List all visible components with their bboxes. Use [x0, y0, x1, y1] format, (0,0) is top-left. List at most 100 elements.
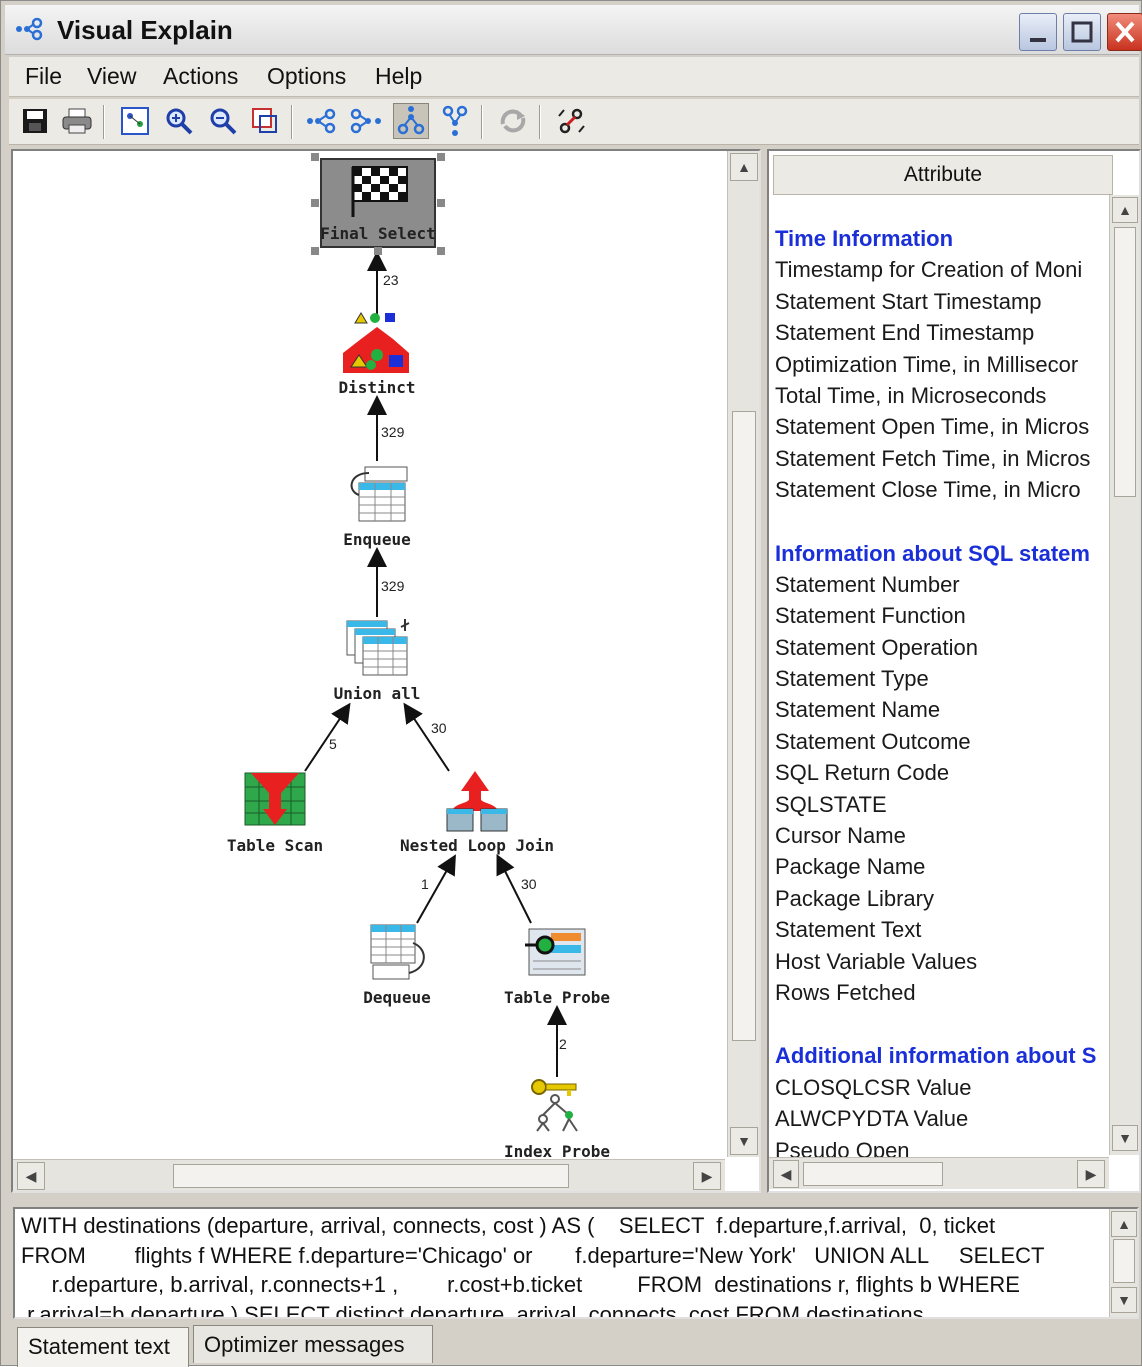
menu-view[interactable]: View [83, 63, 140, 90]
attribute-row[interactable]: Total Time, in Microseconds [775, 380, 1111, 411]
attribute-row[interactable]: Statement Close Time, in Micro [775, 474, 1111, 505]
attribute-row[interactable]: Host Variable Values [775, 946, 1111, 977]
maximize-button[interactable] [1063, 13, 1101, 51]
attribute-row[interactable]: Statement Fetch Time, in Micros [775, 443, 1111, 474]
menu-help[interactable]: Help [371, 63, 426, 90]
tab-optimizer-messages[interactable]: Optimizer messages [193, 1325, 433, 1363]
attribute-row[interactable]: ALWCPYDTA Value [775, 1103, 1111, 1134]
node-distinct[interactable]: Distinct [338, 312, 416, 397]
attribute-row[interactable]: Pseudo Open [775, 1135, 1111, 1159]
index-probe-icon [531, 1079, 578, 1132]
node-enqueue[interactable]: Enqueue [343, 466, 411, 549]
attribute-horizontal-scrollbar[interactable]: ◀ ▶ [769, 1157, 1109, 1189]
menu-actions[interactable]: Actions [159, 63, 242, 90]
statement-text[interactable]: WITH destinations (departure, arrival, c… [21, 1211, 1107, 1317]
layout-branch-button[interactable] [437, 103, 473, 139]
node-table-scan[interactable]: Table Scan [227, 772, 323, 855]
attribute-section-title[interactable]: Information about SQL statem [775, 538, 1111, 569]
zoom-fit-button[interactable] [247, 103, 283, 139]
attribute-row[interactable]: Optimization Time, in Millisecor [775, 349, 1111, 380]
attribute-row[interactable]: Statement Name [775, 694, 1111, 725]
attribute-vertical-scroll-thumb[interactable] [1114, 227, 1136, 497]
scroll-down-button[interactable]: ▼ [1112, 1125, 1138, 1151]
attribute-row[interactable]: CLOSQLCSR Value [775, 1072, 1111, 1103]
node-index-probe[interactable]: Index Probe [504, 1079, 610, 1157]
attribute-row[interactable]: Statement Type [775, 663, 1111, 694]
edge-scan-to-union: 5 [304, 702, 351, 772]
close-button[interactable] [1107, 13, 1142, 51]
zoom-out-button[interactable] [205, 103, 241, 139]
graph-horizontal-scrollbar[interactable]: ◀ ▶ [13, 1159, 725, 1191]
layout-tree-button[interactable] [349, 103, 385, 139]
highlight-button[interactable] [553, 103, 589, 139]
edge-index-to-probe: 2 [547, 1005, 567, 1077]
attribute-column-header[interactable]: Attribute [773, 155, 1113, 195]
arrow-right-icon: ▶ [701, 1167, 713, 1184]
access-plan-graph[interactable]: 23 329 329 5 30 1 30 2 Final Select Dist… [13, 151, 725, 1157]
print-button[interactable] [59, 103, 95, 139]
title-bar[interactable]: Visual Explain [5, 5, 1142, 55]
attribute-row[interactable]: Package Name [775, 851, 1111, 882]
minimize-button[interactable] [1019, 13, 1057, 51]
attribute-list[interactable]: Time Information Timestamp for Creation o… [775, 223, 1111, 1159]
graph-vertical-scrollbar[interactable]: ▲ ▼ [727, 151, 759, 1157]
attribute-section-title[interactable]: Time Information [775, 223, 1111, 254]
tab-statement-text[interactable]: Statement text [17, 1327, 189, 1367]
scroll-down-button[interactable]: ▼ [730, 1127, 758, 1155]
edge-label-scan-to-union: 5 [329, 736, 337, 752]
attribute-vertical-scrollbar[interactable]: ▲ ▼ [1109, 195, 1139, 1155]
node-label-dequeue: Dequeue [363, 988, 430, 1007]
access-plan-graph-panel: 23 329 329 5 30 1 30 2 Final Select Dist… [11, 149, 761, 1193]
attribute-row[interactable]: Statement Outcome [775, 726, 1111, 757]
layout-horizontal-button[interactable] [305, 103, 341, 139]
attribute-row[interactable]: Statement End Timestamp [775, 317, 1111, 348]
menu-bar: File View Actions Options Help [9, 57, 1139, 97]
attribute-row[interactable]: Statement Text [775, 914, 1111, 945]
statement-vertical-scrollbar[interactable]: ▲ ▼ [1109, 1209, 1137, 1317]
graph-vertical-scroll-thumb[interactable] [732, 411, 756, 1041]
menu-file[interactable]: File [21, 63, 66, 90]
attribute-row[interactable]: Timestamp for Creation of Moni [775, 254, 1111, 285]
scroll-up-button[interactable]: ▲ [1111, 1211, 1137, 1237]
node-label-nested-loop-join: Nested Loop Join [400, 836, 554, 855]
attribute-section-title[interactable]: Additional information about S [775, 1040, 1111, 1071]
scroll-left-button[interactable]: ◀ [773, 1160, 799, 1188]
node-final-select[interactable]: Final Select [311, 153, 445, 255]
node-table-probe[interactable]: Table Probe [504, 928, 610, 1007]
attribute-horizontal-scroll-thumb[interactable] [803, 1162, 943, 1186]
attribute-row[interactable]: Statement Function [775, 600, 1111, 631]
attribute-row[interactable]: Cursor Name [775, 820, 1111, 851]
graph-horizontal-scroll-thumb[interactable] [173, 1164, 569, 1188]
save-icon [23, 109, 47, 133]
arrow-left-icon: ◀ [780, 1165, 792, 1182]
save-button[interactable] [17, 103, 53, 139]
scroll-right-button[interactable]: ▶ [1077, 1160, 1105, 1188]
scroll-down-button[interactable]: ▼ [1111, 1287, 1137, 1313]
scroll-right-button[interactable]: ▶ [693, 1162, 721, 1190]
node-dequeue[interactable]: Dequeue [363, 924, 431, 1007]
visual-explain-window: Visual Explain File View Actions Options… [0, 0, 1142, 1367]
attribute-row[interactable]: SQL Return Code [775, 757, 1111, 788]
attribute-row[interactable]: SQLSTATE [775, 789, 1111, 820]
zoom-in-button[interactable] [161, 103, 197, 139]
edge-label-distinct-to-final: 23 [383, 272, 399, 288]
attribute-row[interactable]: Statement Open Time, in Micros [775, 411, 1111, 442]
overview-button[interactable] [117, 103, 153, 139]
statement-vertical-scroll-thumb[interactable] [1113, 1239, 1135, 1283]
node-union-all[interactable]: Union all [334, 619, 421, 703]
scroll-left-button[interactable]: ◀ [17, 1162, 45, 1190]
layout-horizontal-icon [307, 108, 336, 134]
refresh-button[interactable] [495, 103, 531, 139]
scroll-up-button[interactable]: ▲ [1112, 197, 1138, 223]
attribute-row[interactable]: Package Library [775, 883, 1111, 914]
node-label-index-probe: Index Probe [504, 1142, 610, 1157]
attribute-row[interactable]: Statement Start Timestamp [775, 286, 1111, 317]
menu-options[interactable]: Options [263, 63, 350, 90]
scroll-up-button[interactable]: ▲ [730, 153, 758, 181]
node-nested-loop-join[interactable]: Nested Loop Join [400, 771, 554, 855]
attribute-row[interactable]: Statement Operation [775, 632, 1111, 663]
attribute-row[interactable]: Statement Number [775, 569, 1111, 600]
layout-vertical-button[interactable] [393, 103, 429, 139]
attribute-row[interactable]: Rows Fetched [775, 977, 1111, 1008]
edge-label-union-to-enqueue: 329 [381, 578, 405, 594]
